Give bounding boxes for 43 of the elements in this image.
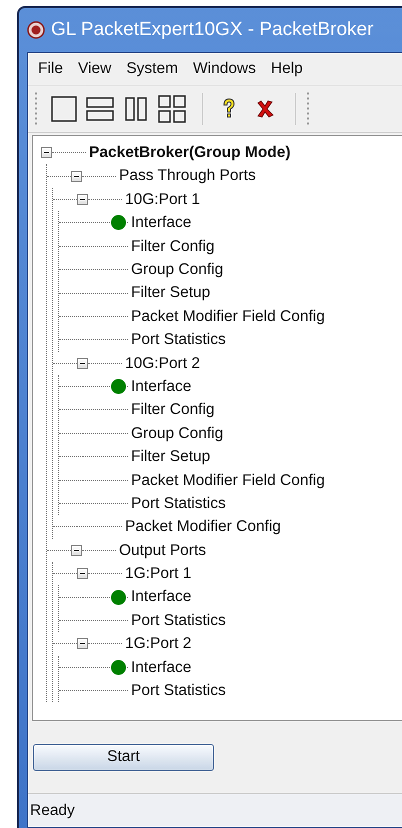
tree-item[interactable]: Filter Setup — [128, 445, 210, 468]
tree-item[interactable]: Packet Modifier Field Config — [128, 304, 325, 328]
tree-item[interactable]: Port Statistics — [128, 328, 226, 352]
collapse-toggle[interactable] — [77, 194, 88, 205]
tree-item[interactable]: Interface — [128, 374, 192, 398]
tree-item[interactable]: Packet Modifier Field Config — [128, 468, 325, 492]
tree-item[interactable]: Port Statistics — [128, 492, 226, 516]
four-pane-icon[interactable] — [156, 93, 188, 125]
menu-item[interactable]: Windows — [192, 57, 257, 81]
window-title: GL PacketExpert10GX - PacketBroker — [51, 18, 374, 42]
menu-item[interactable]: Help — [270, 57, 304, 81]
tree-item[interactable]: Packet Modifier Config — [122, 515, 281, 539]
collapse-toggle[interactable] — [71, 544, 82, 556]
tree-item[interactable]: 1G:Port 2 — [122, 632, 192, 656]
tree-item[interactable]: 1G:Port 1 — [122, 562, 192, 586]
tree-item[interactable]: Group Config — [128, 422, 224, 445]
tree-item[interactable]: Filter Config — [128, 234, 215, 258]
app-logo-icon — [27, 21, 45, 39]
tree-item[interactable]: Port Statistics — [128, 679, 226, 702]
tree-item[interactable]: Interface — [128, 585, 192, 609]
tree-item[interactable]: Filter Config — [128, 398, 215, 422]
tree-item[interactable]: Group Config — [128, 258, 224, 282]
tree-item[interactable]: 10G:Port 1 — [122, 188, 200, 212]
tree-item[interactable]: Filter Setup — [128, 281, 210, 305]
collapse-toggle[interactable] — [77, 358, 88, 369]
tree-item[interactable]: 10G:Port 2 — [122, 352, 200, 375]
tree-item[interactable]: Interface — [128, 211, 192, 234]
menu-item[interactable]: View — [76, 57, 112, 81]
tree-item[interactable]: Output Ports — [116, 538, 206, 562]
tree-item[interactable]: PacketBroker(Group Mode) — [86, 141, 291, 164]
menu-item[interactable]: System — [125, 57, 179, 81]
tree-item[interactable]: Interface — [128, 656, 192, 679]
collapse-toggle[interactable] — [41, 147, 52, 158]
collapse-toggle[interactable] — [77, 638, 88, 650]
tree-item[interactable]: Pass Through Ports — [116, 164, 256, 188]
tree-item[interactable]: Port Statistics — [128, 608, 226, 632]
collapse-toggle[interactable] — [77, 568, 88, 580]
collapse-toggle[interactable] — [71, 170, 82, 182]
menu-item[interactable]: File — [37, 57, 64, 81]
start-button[interactable]: Start — [33, 744, 214, 770]
toolbar-grip[interactable] — [34, 91, 38, 127]
status-text: Ready — [30, 800, 75, 821]
toolbar-grip[interactable] — [306, 91, 310, 127]
